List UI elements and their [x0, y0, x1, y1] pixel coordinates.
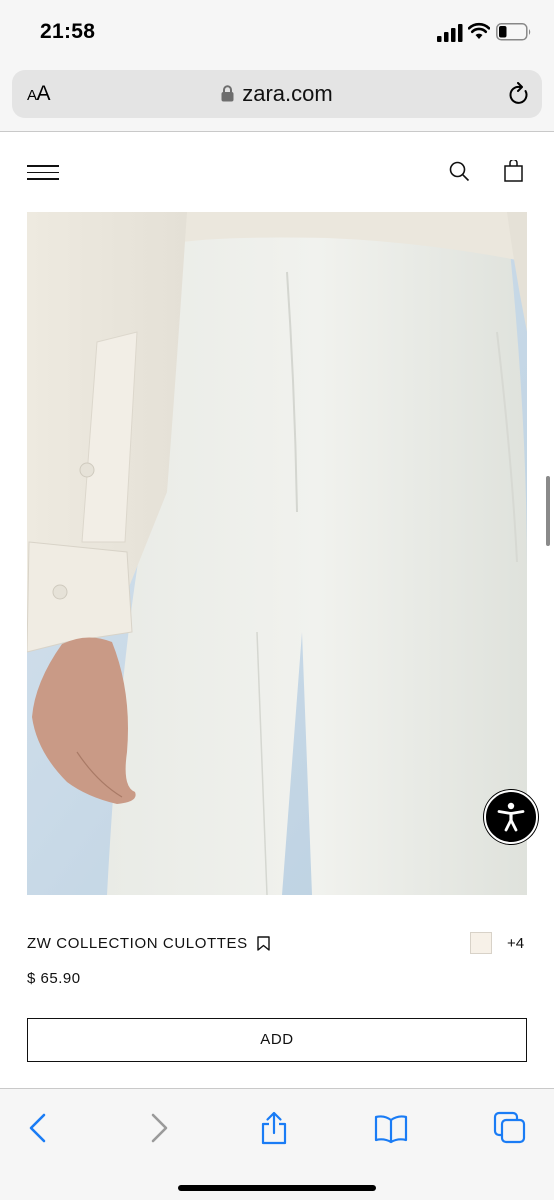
forward-chevron-icon[interactable] — [141, 1111, 175, 1145]
battery-icon — [496, 23, 531, 41]
product-image[interactable] — [27, 212, 527, 895]
add-button[interactable]: ADD — [27, 1018, 527, 1062]
accessibility-icon — [497, 802, 525, 832]
browser-top-bar: AA zara.com — [0, 64, 554, 132]
bookmarks-book-icon[interactable] — [374, 1111, 408, 1145]
hamburger-menu-icon[interactable] — [27, 165, 59, 180]
status-bar: 21:58 — [0, 0, 554, 64]
home-indicator[interactable] — [178, 1185, 376, 1191]
shopping-bag-icon[interactable] — [504, 160, 523, 182]
product-name[interactable]: ZW COLLECTION CULOTTES — [27, 935, 248, 952]
back-chevron-icon[interactable] — [22, 1111, 56, 1145]
wifi-icon — [468, 22, 490, 39]
product-photo — [27, 212, 527, 895]
tabs-icon[interactable] — [493, 1111, 527, 1145]
status-time: 21:58 — [40, 20, 96, 43]
accessibility-button[interactable] — [484, 790, 538, 844]
product-price: $ 65.90 — [27, 970, 81, 987]
scroll-indicator[interactable] — [546, 476, 550, 546]
more-colors-count[interactable]: +4 — [507, 935, 524, 952]
browser-bottom-toolbar — [0, 1088, 554, 1200]
address-bar[interactable]: AA zara.com — [12, 70, 542, 118]
lock-icon — [221, 85, 234, 102]
bookmark-icon[interactable] — [257, 936, 270, 951]
color-swatch[interactable] — [470, 932, 492, 954]
site-header — [0, 133, 554, 211]
signal-icon — [437, 24, 463, 42]
share-icon[interactable] — [257, 1111, 291, 1145]
reload-icon[interactable] — [508, 82, 530, 106]
url-text[interactable]: zara.com — [242, 81, 332, 106]
search-icon[interactable] — [449, 161, 470, 182]
